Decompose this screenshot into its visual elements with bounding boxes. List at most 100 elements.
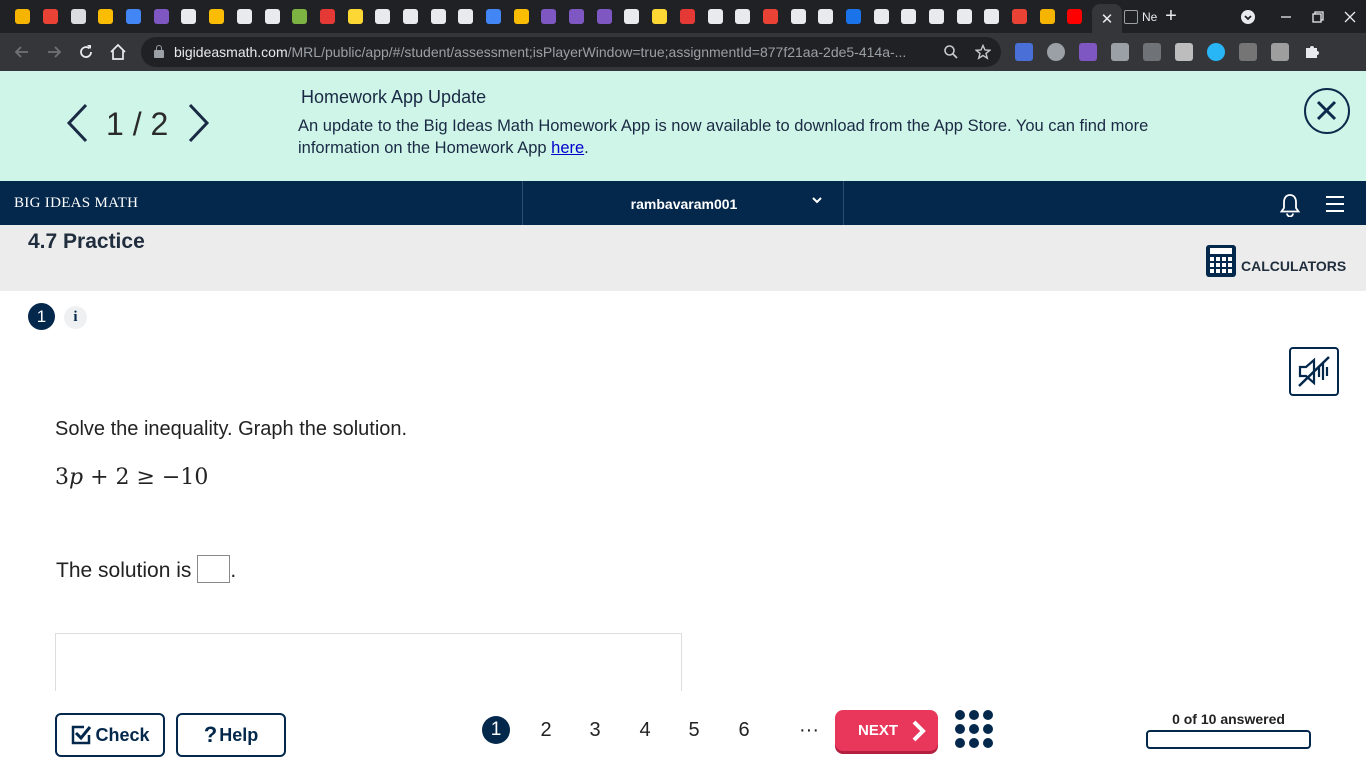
- tab-favicon-icon: [707, 9, 723, 24]
- browser-tab[interactable]: [314, 0, 342, 33]
- next-label: NEXT: [858, 722, 899, 739]
- extension-icon[interactable]: [1047, 43, 1065, 61]
- browser-tab[interactable]: [535, 0, 563, 33]
- extension-icon[interactable]: [1239, 43, 1257, 61]
- banner-link[interactable]: here: [551, 139, 584, 157]
- browser-tab[interactable]: [867, 0, 895, 33]
- browser-tab[interactable]: [1061, 0, 1089, 33]
- browser-tab[interactable]: [840, 0, 868, 33]
- zoom-icon[interactable]: [941, 42, 961, 62]
- browser-tab[interactable]: [674, 0, 702, 33]
- browser-tab[interactable]: [175, 0, 203, 33]
- browser-tab[interactable]: [563, 0, 591, 33]
- banner-page-indicator: 1 / 2: [106, 106, 169, 142]
- browser-tab[interactable]: [203, 0, 231, 33]
- browser-tab[interactable]: [895, 0, 923, 33]
- page-button-6[interactable]: 6: [729, 715, 759, 745]
- browser-tab[interactable]: [369, 0, 397, 33]
- browser-tab[interactable]: [480, 0, 508, 33]
- bell-icon[interactable]: [1279, 193, 1301, 217]
- back-arrow-icon[interactable]: [10, 40, 34, 64]
- tab-favicon-icon: [458, 9, 474, 24]
- window-close-icon[interactable]: [1335, 0, 1365, 33]
- extension-icon[interactable]: [1143, 43, 1161, 61]
- page-button-1[interactable]: 1: [482, 716, 510, 744]
- help-button[interactable]: ? Help: [176, 713, 286, 757]
- browser-tab[interactable]: [64, 0, 92, 33]
- browser-tab[interactable]: [92, 0, 120, 33]
- browser-tab[interactable]: [424, 0, 452, 33]
- bookmark-star-icon[interactable]: [973, 42, 993, 62]
- brand-logo[interactable]: BIG IDEAS MATH: [14, 195, 138, 212]
- graph-area[interactable]: [55, 633, 682, 693]
- browser-tab[interactable]: [646, 0, 674, 33]
- tab-favicon-icon: [15, 9, 31, 24]
- user-dropdown[interactable]: rambavaram001: [522, 181, 844, 225]
- browser-tab[interactable]: [757, 0, 785, 33]
- reload-icon[interactable]: [74, 40, 98, 64]
- tab-favicon-icon: [929, 9, 945, 24]
- audio-mute-button[interactable]: [1289, 347, 1339, 396]
- browser-tab[interactable]: [729, 0, 757, 33]
- banner-prev-icon[interactable]: [64, 102, 90, 144]
- tab-favicon-icon: [375, 9, 391, 24]
- active-tab-close-button[interactable]: ✕: [1092, 4, 1122, 33]
- extension-icon[interactable]: [1271, 43, 1289, 61]
- extension-icon[interactable]: [1079, 43, 1097, 61]
- answer-input[interactable]: [197, 555, 231, 583]
- browser-tab[interactable]: [978, 0, 1006, 33]
- browser-tab[interactable]: [397, 0, 425, 33]
- answer-prefix: The solution is: [56, 559, 192, 582]
- address-bar[interactable]: bigideasmath.com/MRL/public/app/#/studen…: [141, 37, 1001, 67]
- browser-tab[interactable]: [120, 0, 148, 33]
- browser-tab[interactable]: [9, 0, 37, 33]
- hamburger-menu-icon[interactable]: [1324, 195, 1346, 213]
- browser-tab[interactable]: [1033, 0, 1061, 33]
- tab-favicon-icon: [596, 9, 612, 24]
- browser-tab[interactable]: [618, 0, 646, 33]
- extension-icon[interactable]: [1111, 43, 1129, 61]
- question-grid-icon[interactable]: [954, 709, 994, 749]
- browser-tab[interactable]: [507, 0, 535, 33]
- browser-tab[interactable]: [452, 0, 480, 33]
- footer-bar: Check ? Help 123456 ··· NEXT 0 of 10 ans…: [0, 691, 1366, 768]
- page-button-2[interactable]: 2: [531, 715, 561, 745]
- forward-arrow-icon[interactable]: [42, 40, 66, 64]
- calculators-button[interactable]: CALCULATORS: [1206, 245, 1346, 277]
- info-icon[interactable]: i: [64, 306, 87, 329]
- new-tab-button[interactable]: +: [1160, 5, 1182, 27]
- close-icon: [1316, 100, 1337, 121]
- tab-search-icon[interactable]: [1233, 0, 1263, 33]
- browser-tab[interactable]: [590, 0, 618, 33]
- browser-tab[interactable]: [701, 0, 729, 33]
- check-button[interactable]: Check: [55, 713, 165, 757]
- browser-tab[interactable]: [258, 0, 286, 33]
- browser-tab[interactable]: [231, 0, 259, 33]
- restore-icon[interactable]: [1303, 0, 1333, 33]
- browser-tab[interactable]: [923, 0, 951, 33]
- page-button-4[interactable]: 4: [630, 715, 660, 745]
- browser-tab[interactable]: [147, 0, 175, 33]
- banner-close-button[interactable]: [1304, 88, 1350, 134]
- tab-last[interactable]: Ne: [1124, 0, 1157, 33]
- page-button-5[interactable]: 5: [679, 715, 709, 745]
- banner-next-icon[interactable]: [186, 102, 212, 144]
- browser-tab[interactable]: [286, 0, 314, 33]
- browser-tab[interactable]: [341, 0, 369, 33]
- translate-extension-icon[interactable]: [1015, 43, 1033, 61]
- browser-tab[interactable]: [37, 0, 65, 33]
- more-pages-button[interactable]: ···: [794, 715, 824, 745]
- minimize-icon[interactable]: [1271, 0, 1301, 33]
- browser-tab[interactable]: [784, 0, 812, 33]
- home-icon[interactable]: [106, 40, 130, 64]
- browser-tab[interactable]: [812, 0, 840, 33]
- page-button-3[interactable]: 3: [580, 715, 610, 745]
- next-button[interactable]: NEXT: [835, 710, 938, 751]
- browser-tab[interactable]: [1006, 0, 1034, 33]
- browser-tab[interactable]: [950, 0, 978, 33]
- url-path: /MRL/public/app/#/student/assessment;isP…: [287, 44, 907, 60]
- extension-icon[interactable]: [1175, 43, 1193, 61]
- extensions-puzzle-icon[interactable]: [1300, 40, 1324, 64]
- tab-favicon-icon: [126, 9, 142, 24]
- extension-icon[interactable]: [1207, 43, 1225, 61]
